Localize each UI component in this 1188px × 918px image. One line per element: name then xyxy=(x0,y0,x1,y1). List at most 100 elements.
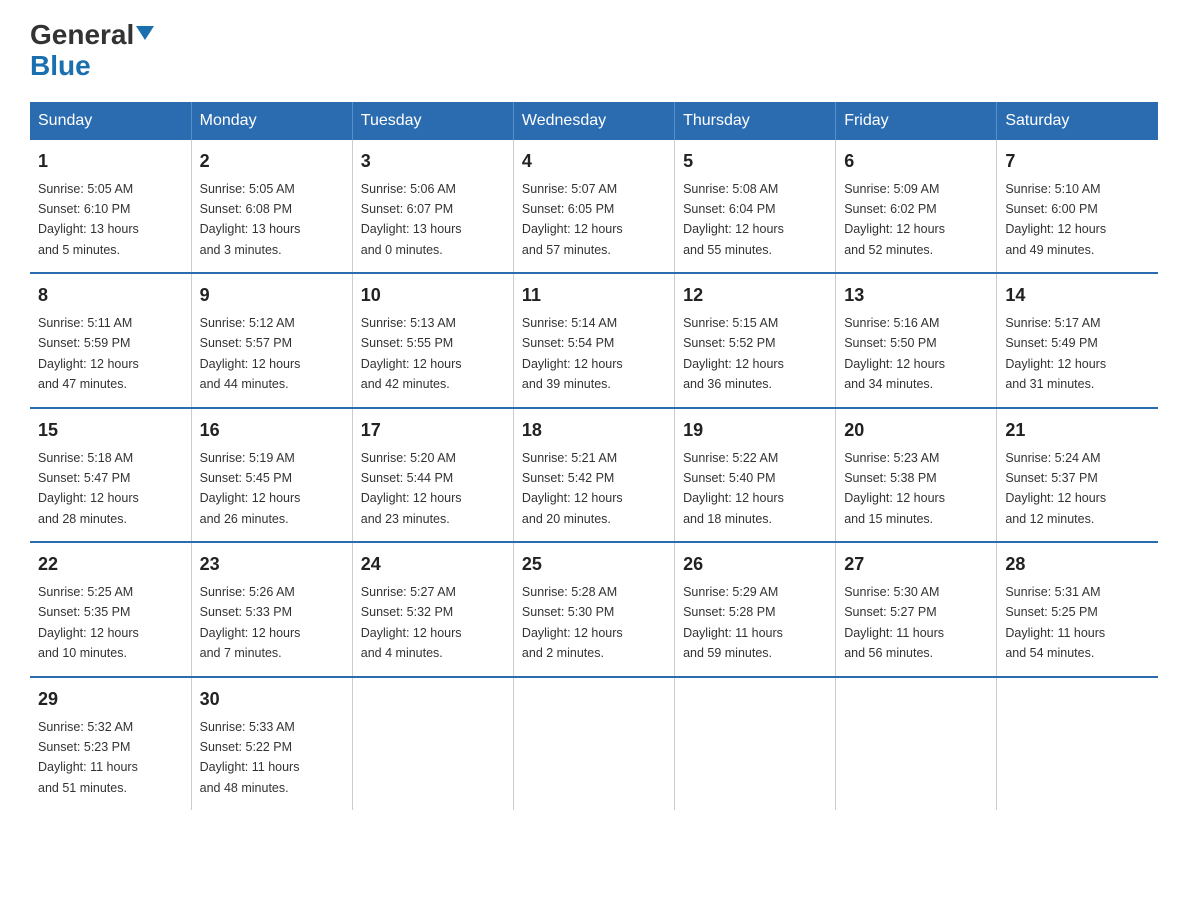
day-cell: 2 Sunrise: 5:05 AMSunset: 6:08 PMDayligh… xyxy=(191,140,352,274)
day-info: Sunrise: 5:16 AMSunset: 5:50 PMDaylight:… xyxy=(844,316,945,391)
day-info: Sunrise: 5:18 AMSunset: 5:47 PMDaylight:… xyxy=(38,451,139,526)
day-number: 3 xyxy=(361,148,505,175)
day-number: 9 xyxy=(200,282,344,309)
day-number: 28 xyxy=(1005,551,1150,578)
day-cell: 17 Sunrise: 5:20 AMSunset: 5:44 PMDaylig… xyxy=(352,408,513,543)
day-number: 6 xyxy=(844,148,988,175)
day-info: Sunrise: 5:22 AMSunset: 5:40 PMDaylight:… xyxy=(683,451,784,526)
day-cell xyxy=(352,677,513,811)
week-row-3: 15 Sunrise: 5:18 AMSunset: 5:47 PMDaylig… xyxy=(30,408,1158,543)
calendar-table: SundayMondayTuesdayWednesdayThursdayFrid… xyxy=(30,102,1158,811)
day-cell: 28 Sunrise: 5:31 AMSunset: 5:25 PMDaylig… xyxy=(997,542,1158,677)
page-header: GeneralBlue xyxy=(30,20,1158,82)
day-number: 2 xyxy=(200,148,344,175)
header-cell-friday: Friday xyxy=(836,102,997,140)
day-cell: 20 Sunrise: 5:23 AMSunset: 5:38 PMDaylig… xyxy=(836,408,997,543)
day-cell: 11 Sunrise: 5:14 AMSunset: 5:54 PMDaylig… xyxy=(513,273,674,408)
logo-triangle-icon xyxy=(136,26,154,40)
day-cell: 3 Sunrise: 5:06 AMSunset: 6:07 PMDayligh… xyxy=(352,140,513,274)
day-info: Sunrise: 5:29 AMSunset: 5:28 PMDaylight:… xyxy=(683,585,783,660)
day-cell: 19 Sunrise: 5:22 AMSunset: 5:40 PMDaylig… xyxy=(675,408,836,543)
day-info: Sunrise: 5:12 AMSunset: 5:57 PMDaylight:… xyxy=(200,316,301,391)
day-info: Sunrise: 5:05 AMSunset: 6:10 PMDaylight:… xyxy=(38,182,139,257)
day-number: 17 xyxy=(361,417,505,444)
header-cell-wednesday: Wednesday xyxy=(513,102,674,140)
day-number: 24 xyxy=(361,551,505,578)
day-number: 22 xyxy=(38,551,183,578)
day-number: 23 xyxy=(200,551,344,578)
day-info: Sunrise: 5:13 AMSunset: 5:55 PMDaylight:… xyxy=(361,316,462,391)
calendar-header: SundayMondayTuesdayWednesdayThursdayFrid… xyxy=(30,102,1158,140)
header-cell-saturday: Saturday xyxy=(997,102,1158,140)
day-info: Sunrise: 5:30 AMSunset: 5:27 PMDaylight:… xyxy=(844,585,944,660)
header-row: SundayMondayTuesdayWednesdayThursdayFrid… xyxy=(30,102,1158,140)
week-row-2: 8 Sunrise: 5:11 AMSunset: 5:59 PMDayligh… xyxy=(30,273,1158,408)
week-row-4: 22 Sunrise: 5:25 AMSunset: 5:35 PMDaylig… xyxy=(30,542,1158,677)
day-info: Sunrise: 5:27 AMSunset: 5:32 PMDaylight:… xyxy=(361,585,462,660)
day-cell: 9 Sunrise: 5:12 AMSunset: 5:57 PMDayligh… xyxy=(191,273,352,408)
day-info: Sunrise: 5:10 AMSunset: 6:00 PMDaylight:… xyxy=(1005,182,1106,257)
day-number: 30 xyxy=(200,686,344,713)
day-number: 8 xyxy=(38,282,183,309)
day-cell: 21 Sunrise: 5:24 AMSunset: 5:37 PMDaylig… xyxy=(997,408,1158,543)
day-number: 12 xyxy=(683,282,827,309)
day-cell: 8 Sunrise: 5:11 AMSunset: 5:59 PMDayligh… xyxy=(30,273,191,408)
day-info: Sunrise: 5:28 AMSunset: 5:30 PMDaylight:… xyxy=(522,585,623,660)
day-cell: 7 Sunrise: 5:10 AMSunset: 6:00 PMDayligh… xyxy=(997,140,1158,274)
day-number: 5 xyxy=(683,148,827,175)
day-number: 10 xyxy=(361,282,505,309)
day-cell: 4 Sunrise: 5:07 AMSunset: 6:05 PMDayligh… xyxy=(513,140,674,274)
day-number: 7 xyxy=(1005,148,1150,175)
day-number: 18 xyxy=(522,417,666,444)
day-cell: 27 Sunrise: 5:30 AMSunset: 5:27 PMDaylig… xyxy=(836,542,997,677)
day-cell: 15 Sunrise: 5:18 AMSunset: 5:47 PMDaylig… xyxy=(30,408,191,543)
header-cell-tuesday: Tuesday xyxy=(352,102,513,140)
day-info: Sunrise: 5:17 AMSunset: 5:49 PMDaylight:… xyxy=(1005,316,1106,391)
day-cell xyxy=(836,677,997,811)
day-cell: 29 Sunrise: 5:32 AMSunset: 5:23 PMDaylig… xyxy=(30,677,191,811)
day-info: Sunrise: 5:21 AMSunset: 5:42 PMDaylight:… xyxy=(522,451,623,526)
day-cell: 13 Sunrise: 5:16 AMSunset: 5:50 PMDaylig… xyxy=(836,273,997,408)
day-number: 13 xyxy=(844,282,988,309)
day-number: 1 xyxy=(38,148,183,175)
day-cell: 24 Sunrise: 5:27 AMSunset: 5:32 PMDaylig… xyxy=(352,542,513,677)
day-number: 14 xyxy=(1005,282,1150,309)
day-info: Sunrise: 5:07 AMSunset: 6:05 PMDaylight:… xyxy=(522,182,623,257)
day-cell: 18 Sunrise: 5:21 AMSunset: 5:42 PMDaylig… xyxy=(513,408,674,543)
day-number: 15 xyxy=(38,417,183,444)
day-info: Sunrise: 5:32 AMSunset: 5:23 PMDaylight:… xyxy=(38,720,138,795)
week-row-5: 29 Sunrise: 5:32 AMSunset: 5:23 PMDaylig… xyxy=(30,677,1158,811)
day-cell: 30 Sunrise: 5:33 AMSunset: 5:22 PMDaylig… xyxy=(191,677,352,811)
day-number: 27 xyxy=(844,551,988,578)
day-cell: 6 Sunrise: 5:09 AMSunset: 6:02 PMDayligh… xyxy=(836,140,997,274)
day-cell: 16 Sunrise: 5:19 AMSunset: 5:45 PMDaylig… xyxy=(191,408,352,543)
header-cell-monday: Monday xyxy=(191,102,352,140)
day-cell: 12 Sunrise: 5:15 AMSunset: 5:52 PMDaylig… xyxy=(675,273,836,408)
day-number: 25 xyxy=(522,551,666,578)
day-number: 11 xyxy=(522,282,666,309)
week-row-1: 1 Sunrise: 5:05 AMSunset: 6:10 PMDayligh… xyxy=(30,140,1158,274)
day-cell xyxy=(675,677,836,811)
header-cell-thursday: Thursday xyxy=(675,102,836,140)
day-info: Sunrise: 5:05 AMSunset: 6:08 PMDaylight:… xyxy=(200,182,301,257)
logo-blue: Blue xyxy=(30,50,91,81)
day-cell: 23 Sunrise: 5:26 AMSunset: 5:33 PMDaylig… xyxy=(191,542,352,677)
day-cell: 10 Sunrise: 5:13 AMSunset: 5:55 PMDaylig… xyxy=(352,273,513,408)
day-info: Sunrise: 5:06 AMSunset: 6:07 PMDaylight:… xyxy=(361,182,462,257)
day-cell xyxy=(997,677,1158,811)
calendar-body: 1 Sunrise: 5:05 AMSunset: 6:10 PMDayligh… xyxy=(30,140,1158,811)
day-number: 4 xyxy=(522,148,666,175)
day-info: Sunrise: 5:26 AMSunset: 5:33 PMDaylight:… xyxy=(200,585,301,660)
day-info: Sunrise: 5:20 AMSunset: 5:44 PMDaylight:… xyxy=(361,451,462,526)
logo-text: GeneralBlue xyxy=(30,20,154,82)
day-cell xyxy=(513,677,674,811)
day-info: Sunrise: 5:11 AMSunset: 5:59 PMDaylight:… xyxy=(38,316,139,391)
day-info: Sunrise: 5:25 AMSunset: 5:35 PMDaylight:… xyxy=(38,585,139,660)
day-cell: 1 Sunrise: 5:05 AMSunset: 6:10 PMDayligh… xyxy=(30,140,191,274)
day-cell: 22 Sunrise: 5:25 AMSunset: 5:35 PMDaylig… xyxy=(30,542,191,677)
day-info: Sunrise: 5:19 AMSunset: 5:45 PMDaylight:… xyxy=(200,451,301,526)
day-cell: 26 Sunrise: 5:29 AMSunset: 5:28 PMDaylig… xyxy=(675,542,836,677)
logo: GeneralBlue xyxy=(30,20,154,82)
day-cell: 5 Sunrise: 5:08 AMSunset: 6:04 PMDayligh… xyxy=(675,140,836,274)
header-cell-sunday: Sunday xyxy=(30,102,191,140)
